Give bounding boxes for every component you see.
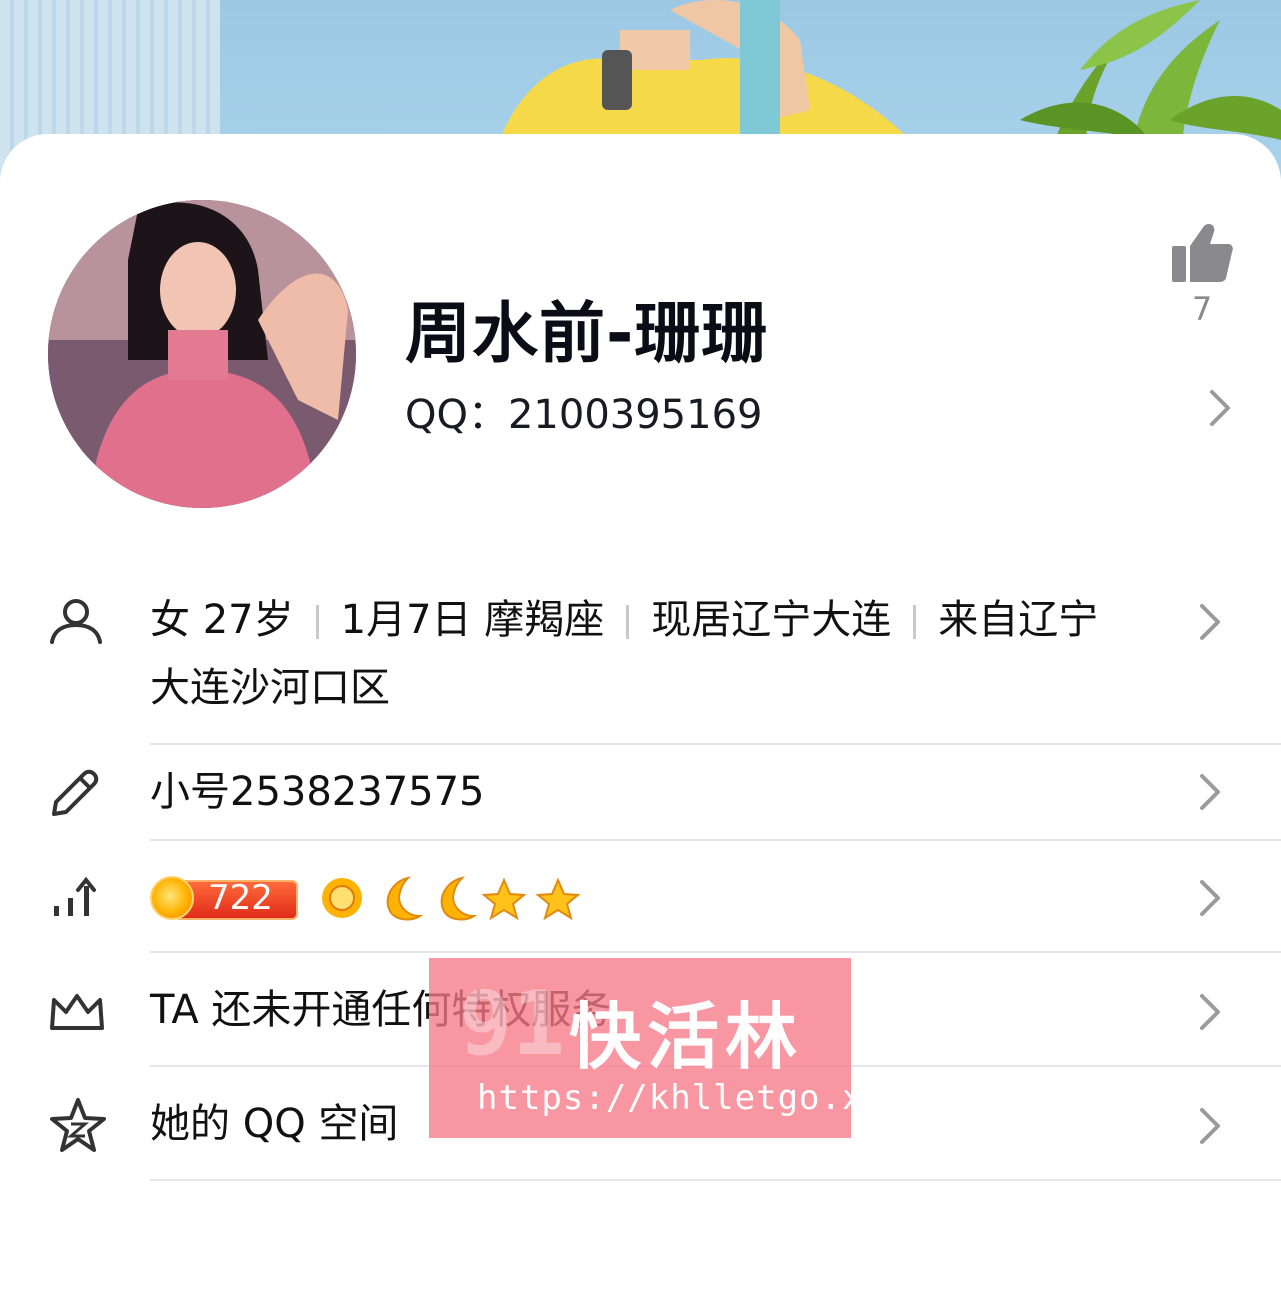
qzone-text: 她的 QQ 空间 — [150, 1101, 399, 1147]
watermark-number: 91 — [459, 972, 565, 1075]
age: 27岁 — [202, 597, 294, 643]
level-sun-icon — [150, 876, 194, 920]
chevron-right-icon — [1200, 604, 1220, 640]
moon-icon — [386, 876, 424, 921]
gender: 女 — [150, 597, 190, 643]
watermark-overlay: 91 快活林 https://khlletgo.xyz — [429, 958, 905, 1138]
thumbs-up-icon — [1172, 224, 1233, 282]
qzone-star-icon — [50, 1098, 106, 1152]
watermark-title: 快活林 — [569, 994, 804, 1079]
separator — [315, 605, 319, 639]
divider — [150, 951, 1281, 953]
hometown-line2: 大连沙河口区 — [150, 665, 390, 711]
level-value: 722 — [208, 878, 273, 918]
crown-icon — [50, 994, 104, 1030]
level-badge: 722 — [150, 876, 298, 920]
avatar[interactable] — [48, 200, 356, 508]
qq-label: QQ： — [405, 392, 508, 438]
alt-account-number: 2538237575 — [230, 769, 485, 815]
chevron-right-icon — [1200, 880, 1220, 916]
alt-account-text: 小号2538237575 — [150, 758, 485, 826]
qq-number-row[interactable]: QQ：2100395169 — [405, 382, 762, 440]
chevron-right-icon — [1200, 774, 1220, 810]
like-count: 7 — [1191, 290, 1213, 328]
residence: 现居辽宁大连 — [651, 597, 892, 643]
separator — [626, 605, 630, 639]
divider — [150, 1179, 1281, 1181]
star-icon — [535, 877, 581, 921]
divider — [150, 839, 1281, 841]
qq-number: 2100395169 — [507, 392, 763, 438]
avatar-photo — [48, 200, 356, 508]
watermark-url: https://khlletgo.xyz — [477, 1078, 907, 1118]
basic-info-text: 女 27岁 1月7日 摩羯座 现居辽宁大连 来自辽宁 大连沙河口区 — [150, 586, 1160, 722]
like-button[interactable]: 7 — [1170, 222, 1234, 332]
birthday: 1月7日 摩羯座 — [340, 597, 605, 643]
person-icon — [50, 599, 102, 644]
level-chart-icon — [54, 876, 96, 916]
level-icons — [322, 876, 581, 921]
alt-account-label: 小号 — [150, 769, 230, 815]
chevron-right-icon — [1200, 1108, 1220, 1144]
moon-icon — [440, 876, 478, 921]
alt-account-row[interactable]: 小号2538237575 — [0, 746, 1281, 842]
hometown-line1: 来自辽宁 — [938, 597, 1099, 643]
chevron-right-icon — [1200, 994, 1220, 1030]
profile-name: 周水前-珊珊 — [405, 295, 769, 372]
sun-icon — [322, 878, 362, 918]
star-icon — [481, 877, 527, 921]
chevron-right-icon[interactable] — [1208, 388, 1234, 428]
pencil-icon — [52, 769, 99, 816]
separator — [913, 605, 917, 639]
divider — [150, 743, 1281, 745]
